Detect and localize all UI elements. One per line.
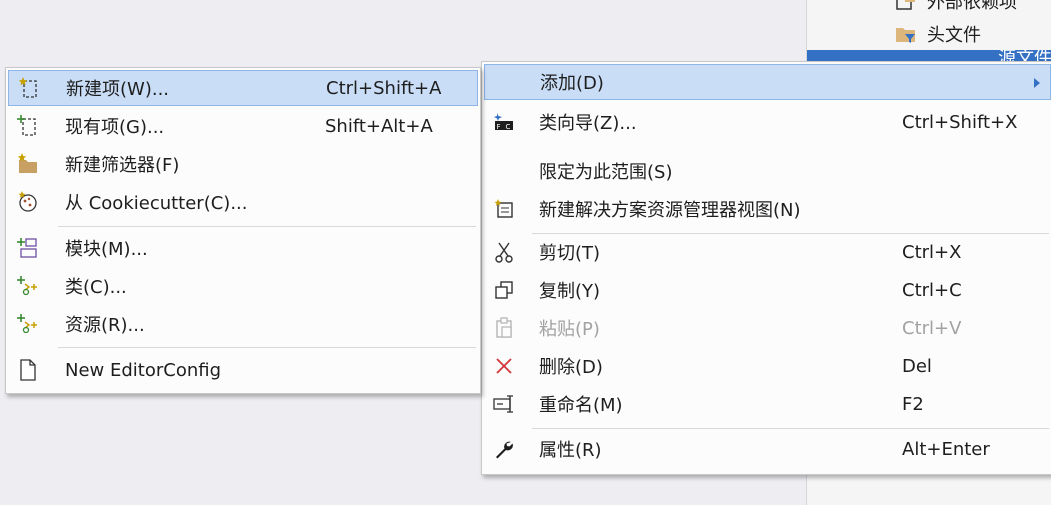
new-explorer-view-icon: [492, 197, 516, 221]
tree-item-header-files[interactable]: 头文件: [895, 19, 981, 49]
menu-item-delete[interactable]: 删除(D) Del: [484, 348, 1051, 384]
menu-item-label: 新建项(W)...: [66, 79, 170, 100]
menu-separator: [58, 226, 476, 227]
menu-item-properties[interactable]: 属性(R) Alt+Enter: [484, 431, 1051, 467]
menu-item-shortcut: Ctrl+X: [902, 241, 962, 263]
menu-item-new-filter[interactable]: 新建筛选器(F): [8, 146, 478, 182]
cut-icon: [492, 240, 516, 264]
menu-item-add[interactable]: 添加(D): [484, 64, 1051, 100]
menu-item-label: 限定为此范围(S): [539, 162, 673, 183]
menu-item-label: 类(C)...: [65, 277, 127, 298]
tree-item-label: 外部依赖项: [927, 0, 1017, 13]
menu-item-rename[interactable]: 重命名(M) F2: [484, 386, 1051, 422]
menu-separator: [58, 347, 476, 348]
menu-item-label: New EditorConfig: [65, 359, 222, 381]
paste-icon: [492, 316, 516, 340]
menu-item-label: 新建解决方案资源管理器视图(N): [539, 200, 801, 221]
menu-item-new-editorconfig[interactable]: New EditorConfig: [8, 352, 478, 388]
menu-item-label: 属性(R): [539, 440, 602, 461]
menu-item-label: 资源(R)...: [65, 315, 145, 336]
menu-item-class-wizard[interactable]: FC 类向导(Z)... Ctrl+Shift+X: [484, 104, 1051, 140]
menu-item-shortcut: Del: [902, 355, 932, 377]
menu-item-new-explorer-view[interactable]: 新建解决方案资源管理器视图(N): [484, 191, 1051, 227]
menu-item-cookiecutter[interactable]: 从 Cookiecutter(C)...: [8, 184, 478, 220]
menu-item-label: 类向导(Z)...: [539, 113, 637, 134]
menu-item-label: 新建筛选器(F): [65, 155, 180, 176]
new-filter-icon: [16, 152, 40, 176]
rename-icon: [492, 392, 516, 416]
menu-item-shortcut: Ctrl+Shift+X: [902, 111, 1018, 133]
menu-item-scope-to-this[interactable]: 限定为此范围(S): [484, 153, 1051, 189]
tree-item-external-deps[interactable]: 外部依赖项: [895, 0, 1017, 16]
menu-item-existing-item[interactable]: 现有项(G)... Shift+Alt+A: [8, 108, 478, 144]
menu-item-label: 添加(D): [540, 73, 604, 94]
menu-item-label: 模块(M)...: [65, 239, 148, 260]
external-deps-icon: [895, 0, 917, 11]
menu-item-resource[interactable]: 资源(R)...: [8, 306, 478, 342]
menu-item-cut[interactable]: 剪切(T) Ctrl+X: [484, 234, 1051, 270]
menu-item-shortcut: Ctrl+V: [902, 317, 962, 339]
existing-item-icon: [16, 114, 40, 138]
class-wizard-icon: FC: [492, 110, 516, 134]
menu-item-label: 粘贴(P): [539, 319, 600, 340]
svg-text:F: F: [497, 123, 501, 131]
menu-item-class[interactable]: 类(C)...: [8, 268, 478, 304]
menu-item-label: 删除(D): [539, 357, 603, 378]
editorconfig-file-icon: [16, 358, 40, 382]
menu-item-module[interactable]: 模块(M)...: [8, 230, 478, 266]
menu-item-label: 从 Cookiecutter(C)...: [65, 193, 248, 214]
context-menu: 添加(D) FC 类向导(Z)... Ctrl+Shift+X 限定为此范围(S…: [481, 61, 1051, 475]
menu-item-label: 复制(Y): [539, 281, 601, 302]
menu-item-label: 重命名(M): [539, 395, 623, 416]
module-icon: [16, 236, 40, 260]
cookiecutter-icon: [16, 190, 40, 214]
menu-item-shortcut: F2: [902, 393, 924, 415]
menu-item-shortcut: Ctrl+Shift+A: [326, 77, 442, 99]
add-resource-icon: [16, 312, 40, 336]
copy-icon: [492, 278, 516, 302]
menu-item-label: 现有项(G)...: [65, 117, 165, 138]
properties-wrench-icon: [492, 437, 516, 461]
menu-item-label: 剪切(T): [539, 243, 601, 264]
submenu-arrow-icon: [1034, 78, 1040, 88]
menu-separator: [532, 428, 1049, 429]
new-item-icon: [17, 76, 41, 100]
menu-item-new-item[interactable]: 新建项(W)... Ctrl+Shift+A: [8, 70, 478, 106]
add-class-icon: [16, 274, 40, 298]
header-files-folder-icon: [895, 24, 917, 44]
menu-item-shortcut: Ctrl+C: [902, 279, 962, 301]
menu-item-copy[interactable]: 复制(Y) Ctrl+C: [484, 272, 1051, 308]
menu-item-shortcut: Alt+Enter: [902, 438, 990, 460]
tree-item-label: 头文件: [927, 25, 981, 46]
add-submenu: 新建项(W)... Ctrl+Shift+A 现有项(G)... Shift+A…: [5, 67, 481, 394]
delete-icon: [492, 354, 516, 378]
svg-text:C: C: [506, 123, 511, 131]
menu-item-shortcut: Shift+Alt+A: [325, 115, 433, 137]
menu-item-paste[interactable]: 粘贴(P) Ctrl+V: [484, 310, 1051, 346]
